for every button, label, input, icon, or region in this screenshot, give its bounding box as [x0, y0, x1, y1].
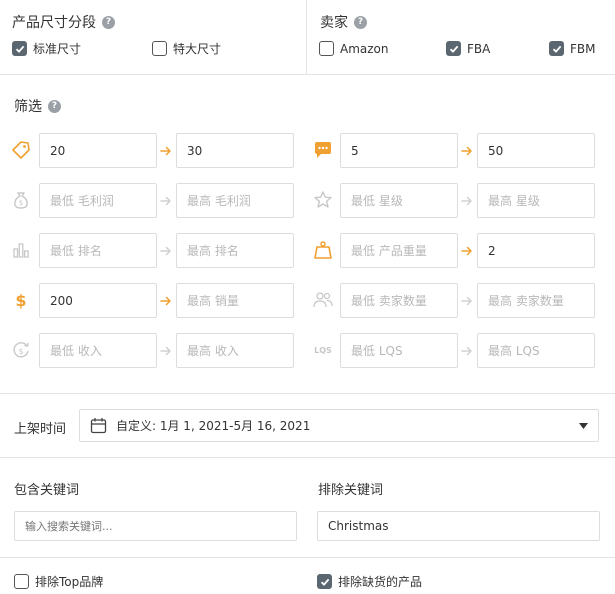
checkbox-oversize[interactable]: 特大尺寸: [152, 40, 221, 57]
bar-chart-icon: [10, 239, 32, 261]
checkbox-label: 排除Top品牌: [35, 575, 104, 589]
help-icon[interactable]: ?: [102, 15, 115, 29]
checkbox-box[interactable]: [319, 41, 334, 56]
divider: [0, 74, 615, 75]
revenue-max-input[interactable]: 最高 收入: [176, 333, 294, 368]
exclude-keywords-label: 排除关键词: [318, 483, 384, 498]
checkbox-label: FBA: [467, 41, 491, 56]
bar-chart-min-input[interactable]: 最低 排名: [39, 233, 157, 268]
range-arrow-icon: [159, 194, 173, 208]
checkbox-box[interactable]: [12, 41, 27, 56]
range-arrow-icon: [460, 244, 474, 258]
revenue-icon: $: [10, 339, 32, 361]
star-max-input[interactable]: 最高 星级: [477, 183, 595, 218]
seller-title-text: 卖家: [320, 15, 348, 31]
size-segment-title: 产品尺寸分段 ?: [12, 12, 115, 32]
include-keywords-label: 包含关键词: [14, 483, 80, 498]
checkbox-box[interactable]: [317, 574, 332, 589]
lqs-icon: LQS: [312, 339, 334, 361]
reviews-min-input[interactable]: 5: [340, 133, 458, 168]
sellers-max-input[interactable]: 最高 卖家数量: [477, 283, 595, 318]
sellers-icon: [312, 289, 334, 311]
size-segment-title-text: 产品尺寸分段: [12, 15, 96, 31]
weight-max-input[interactable]: 2: [477, 233, 595, 268]
listing-time-label: 上架时间: [14, 422, 67, 437]
calendar-icon: [90, 417, 107, 434]
checkbox-label: 特大尺寸: [173, 42, 222, 56]
filters-title-text: 筛选: [14, 99, 42, 115]
include-keywords-input[interactable]: [14, 511, 297, 541]
help-icon[interactable]: ?: [354, 15, 367, 29]
price-tag-max-input[interactable]: 30: [176, 133, 294, 168]
sellers-min-input[interactable]: 最低 卖家数量: [340, 283, 458, 318]
checkbox-box[interactable]: [446, 41, 461, 56]
lqs-max-input[interactable]: 最高 LQS: [477, 333, 595, 368]
help-icon[interactable]: ?: [48, 99, 61, 113]
checkbox-box[interactable]: [152, 41, 167, 56]
bar-chart-max-input[interactable]: 最高 排名: [176, 233, 294, 268]
checkbox-label: Amazon: [340, 41, 389, 56]
star-min-input[interactable]: 最低 星级: [340, 183, 458, 218]
range-arrow-icon: [159, 244, 173, 258]
svg-text:$: $: [19, 199, 23, 207]
divider: [0, 393, 615, 394]
reviews-icon: [312, 139, 334, 161]
svg-text:$: $: [15, 291, 26, 310]
checkbox-standard-size[interactable]: 标准尺寸: [12, 40, 81, 57]
listing-time-dropdown[interactable]: 自定义: 1月 1, 2021-5月 16, 2021: [79, 409, 599, 442]
svg-text:LQS: LQS: [314, 346, 332, 355]
checkbox-label: FBM: [570, 41, 596, 56]
listing-time-value: 自定义: 1月 1, 2021-5月 16, 2021: [116, 419, 311, 433]
divider: [0, 557, 615, 558]
dollar-icon: $: [10, 289, 32, 311]
checkbox-box[interactable]: [14, 574, 29, 589]
divider: [0, 457, 615, 458]
range-arrow-icon: [159, 344, 173, 358]
range-arrow-icon: [460, 294, 474, 308]
checkbox-exclude-top-brands[interactable]: 排除Top品牌: [14, 573, 103, 590]
exclude-keywords-input[interactable]: [317, 511, 600, 541]
checkbox-box[interactable]: [549, 41, 564, 56]
dollar-min-input[interactable]: 200: [39, 283, 157, 318]
reviews-max-input[interactable]: 50: [477, 133, 595, 168]
checkbox-label: 标准尺寸: [33, 42, 82, 56]
price-tag-min-input[interactable]: 20: [39, 133, 157, 168]
range-arrow-icon: [460, 144, 474, 158]
checkbox-fbm[interactable]: FBM: [549, 41, 596, 56]
dollar-max-input[interactable]: 最高 销量: [176, 283, 294, 318]
lqs-min-input[interactable]: 最低 LQS: [340, 333, 458, 368]
range-arrow-icon: [159, 144, 173, 158]
price-tag-icon: [10, 139, 32, 161]
checkbox-label: 排除缺货的产品: [338, 575, 423, 589]
range-arrow-icon: [159, 294, 173, 308]
range-arrow-icon: [460, 194, 474, 208]
checkbox-amazon[interactable]: Amazon: [319, 41, 389, 56]
weight-min-input[interactable]: 最低 产品重量: [340, 233, 458, 268]
star-icon: [312, 189, 334, 211]
dropdown-caret-icon: [579, 422, 588, 429]
money-bag-icon: $: [10, 189, 32, 211]
checkbox-fba[interactable]: FBA: [446, 41, 490, 56]
checkbox-exclude-out-of-stock[interactable]: 排除缺货的产品: [317, 573, 422, 590]
filters-title: 筛选 ?: [14, 96, 61, 116]
range-arrow-icon: [460, 344, 474, 358]
revenue-min-input[interactable]: 最低 收入: [39, 333, 157, 368]
money-bag-min-input[interactable]: 最低 毛利润: [39, 183, 157, 218]
weight-icon: [312, 239, 334, 261]
divider: [306, 0, 307, 74]
svg-text:$: $: [18, 347, 23, 356]
money-bag-max-input[interactable]: 最高 毛利润: [176, 183, 294, 218]
seller-title: 卖家 ?: [320, 12, 367, 32]
